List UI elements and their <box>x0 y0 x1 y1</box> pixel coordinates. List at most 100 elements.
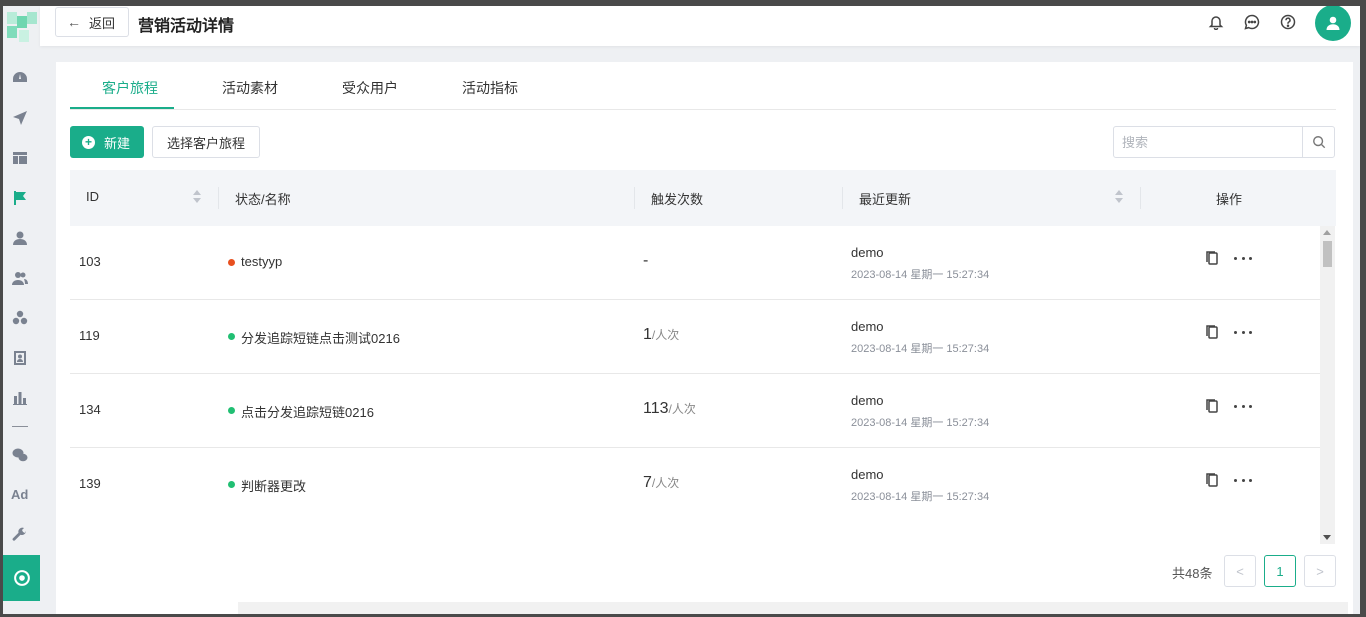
send-icon[interactable] <box>11 109 29 127</box>
row-name[interactable]: testyyp <box>241 254 282 269</box>
tab-audience[interactable]: 受众用户 <box>342 78 398 98</box>
table-header: ID 状态/名称 触发次数 最近更新 操作 <box>70 170 1336 226</box>
copy-icon[interactable] <box>1204 398 1220 414</box>
row-name[interactable]: 点击分发追踪短链0216 <box>241 402 374 421</box>
row-updated-time: 2023-08-14 星期一 15:27:34 <box>851 417 990 429</box>
ad-icon[interactable]: Ad <box>11 487 28 502</box>
status-dot <box>228 333 235 340</box>
trigger-value: 7 <box>643 474 652 491</box>
back-button[interactable]: ← 返回 <box>55 7 129 37</box>
bell-icon[interactable] <box>1208 14 1224 31</box>
flag-icon[interactable] <box>11 189 29 207</box>
dashboard-icon[interactable] <box>11 69 29 87</box>
more-icon[interactable] <box>1234 398 1252 414</box>
row-trigger-count: 113/人次 <box>643 400 696 418</box>
row-updated-by: demo <box>851 467 884 482</box>
scroll-down-icon[interactable] <box>1323 535 1331 540</box>
contact-card-icon[interactable] <box>11 349 29 367</box>
row-trigger-count: - <box>643 252 648 270</box>
table-row[interactable]: 139 判断器更改 7/人次 demo 2023-08-14 星期一 15:27… <box>70 448 1320 520</box>
row-updated-by: demo <box>851 319 884 334</box>
table-scrollbar[interactable] <box>1320 226 1335 544</box>
table-row[interactable]: 119 分发追踪短链点击测试0216 1/人次 demo 2023-08-14 … <box>70 300 1320 374</box>
row-updated-by: demo <box>851 245 884 260</box>
row-updated-time: 2023-08-14 星期一 15:27:34 <box>851 269 990 281</box>
column-header-trigger-count: 触发次数 <box>651 192 704 207</box>
tab-metrics[interactable]: 活动指标 <box>462 78 518 98</box>
trigger-value: - <box>643 252 649 269</box>
column-separator <box>218 187 219 209</box>
search-icon <box>1312 136 1325 149</box>
tab-bar: 客户旅程 活动素材 受众用户 活动指标 <box>70 62 1336 110</box>
horizontal-scrollbar[interactable] <box>238 602 1348 614</box>
column-separator <box>634 187 635 209</box>
logo <box>7 12 37 46</box>
wrench-icon[interactable] <box>11 526 29 544</box>
copy-icon[interactable] <box>1204 250 1220 266</box>
row-trigger-count: 7/人次 <box>643 474 679 492</box>
sort-updated-icon[interactable] <box>1115 190 1123 204</box>
marketing-icon[interactable] <box>3 555 40 601</box>
status-dot <box>228 259 235 266</box>
column-separator <box>1140 187 1141 209</box>
column-header-status-name: 状态/名称 <box>235 192 291 207</box>
search-box <box>1113 126 1335 158</box>
more-icon[interactable] <box>1234 250 1252 266</box>
row-id: 119 <box>79 328 100 343</box>
sidebar-divider <box>12 426 28 427</box>
search-button[interactable] <box>1302 127 1334 157</box>
page-1-button[interactable]: 1 <box>1264 555 1296 587</box>
scrollbar-thumb[interactable] <box>1323 241 1332 267</box>
copy-icon[interactable] <box>1204 472 1220 488</box>
column-header-last-updated: 最近更新 <box>859 192 912 207</box>
column-header-actions: 操作 <box>1216 192 1243 207</box>
row-name[interactable]: 分发追踪短链点击测试0216 <box>241 328 400 347</box>
select-journey-button[interactable]: 选择客户旅程 <box>152 126 260 158</box>
scroll-up-icon[interactable] <box>1323 230 1331 235</box>
row-id: 139 <box>79 476 101 491</box>
layout-icon[interactable] <box>11 149 29 167</box>
prev-page-button[interactable]: < <box>1224 555 1256 587</box>
more-icon[interactable] <box>1234 324 1252 340</box>
top-header: ← 返回 营销活动详情 <box>40 6 1360 46</box>
sort-id-icon[interactable] <box>193 190 201 204</box>
back-button-label: 返回 <box>89 15 116 31</box>
app-frame: Ad ← 返回 营销活动详情 客户旅程 活动素材 受众用户 活动指标 + 新建 … <box>3 6 1360 614</box>
chat-icon[interactable] <box>1244 14 1260 30</box>
row-updated-time: 2023-08-14 星期一 15:27:34 <box>851 491 990 503</box>
trigger-unit: /人次 <box>668 402 696 416</box>
main-card: 客户旅程 活动素材 受众用户 活动指标 + 新建 选择客户旅程 ID 状态/名称… <box>56 62 1353 614</box>
row-updated-time: 2023-08-14 星期一 15:27:34 <box>851 343 990 355</box>
search-input[interactable] <box>1114 127 1302 157</box>
user-icon[interactable] <box>11 229 29 247</box>
bar-chart-icon[interactable] <box>11 389 29 407</box>
row-trigger-count: 1/人次 <box>643 326 679 344</box>
row-name[interactable]: 判断器更改 <box>241 476 306 495</box>
wechat-icon[interactable] <box>11 446 29 464</box>
new-button[interactable]: + 新建 <box>70 126 144 158</box>
more-icon[interactable] <box>1234 472 1252 488</box>
table-row[interactable]: 134 点击分发追踪短链0216 113/人次 demo 2023-08-14 … <box>70 374 1320 448</box>
page-title: 营销活动详情 <box>138 18 235 35</box>
tab-materials[interactable]: 活动素材 <box>222 78 278 98</box>
sidebar: Ad <box>3 6 40 614</box>
user-avatar-icon[interactable] <box>1315 6 1351 41</box>
help-icon[interactable] <box>1280 14 1296 30</box>
status-dot <box>228 481 235 488</box>
tab-customer-journey[interactable]: 客户旅程 <box>102 78 158 98</box>
trigger-unit: /人次 <box>651 476 680 490</box>
copy-icon[interactable] <box>1204 324 1220 340</box>
active-tab-indicator <box>70 107 174 109</box>
table-body: 103 testyyp - demo 2023-08-14 星期一 15:27:… <box>70 226 1336 520</box>
table-row[interactable]: 103 testyyp - demo 2023-08-14 星期一 15:27:… <box>70 226 1320 300</box>
column-header-id: ID <box>86 189 99 204</box>
status-dot <box>228 407 235 414</box>
row-id: 134 <box>79 402 101 417</box>
plus-circle-icon: + <box>82 135 95 149</box>
trigger-value: 1 <box>643 326 652 343</box>
users-icon[interactable] <box>11 269 29 287</box>
trigger-value: 113 <box>643 400 669 417</box>
segments-icon[interactable] <box>11 309 29 327</box>
row-updated-by: demo <box>851 393 884 408</box>
next-page-button[interactable]: > <box>1304 555 1336 587</box>
